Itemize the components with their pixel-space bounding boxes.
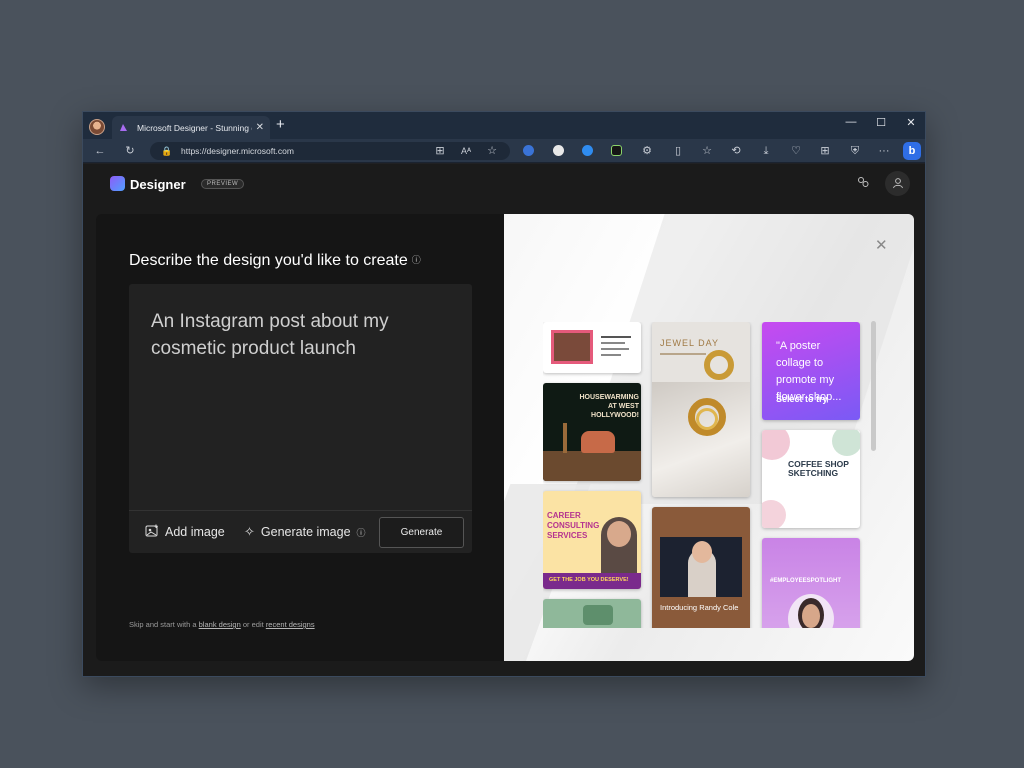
bing-copilot-icon[interactable]: b [903, 142, 921, 160]
more-options-icon[interactable]: ··· [877, 144, 891, 158]
extensions-puzzle-icon[interactable]: ⚙ [640, 144, 654, 158]
select-to-try-label[interactable]: Select to try [776, 394, 828, 404]
prompt-actions: Add image ✧ Generate image ⓘ Generate [129, 510, 472, 553]
tab-strip: Microsoft Designer - Stunning d ✕ + — ☐ … [83, 112, 925, 139]
downloads-icon[interactable]: ⤓ [759, 144, 773, 158]
info-icon[interactable]: ⓘ [412, 253, 421, 266]
blank-design-link[interactable]: blank design [199, 620, 241, 629]
create-design-dialog: Describe the design you'd like to create… [96, 214, 914, 661]
url-text[interactable]: https://designer.microsoft.com [181, 146, 294, 156]
generate-image-info-icon[interactable]: ⓘ [357, 526, 366, 539]
history-icon[interactable]: ⟲ [729, 144, 743, 158]
new-tab-button[interactable]: + [276, 117, 285, 133]
collections-icon[interactable]: ⊞ [818, 144, 832, 158]
browser-window: Microsoft Designer - Stunning d ✕ + — ☐ … [82, 111, 926, 677]
generate-image-label: Generate image [260, 525, 351, 539]
design-card-flower-poster[interactable]: "A poster collage to promote my flower s… [762, 322, 860, 420]
tab-close-icon[interactable]: ✕ [256, 122, 264, 133]
app-header: Designer PREVIEW [83, 164, 925, 204]
design-card[interactable] [543, 599, 641, 628]
app-available-icon[interactable]: ⊞ [433, 144, 447, 158]
design-card-housewarming[interactable]: HOUSEWARMING AT WEST HOLLYWOOD! [543, 383, 641, 481]
designer-logo-icon [110, 176, 125, 191]
designer-favicon-icon [118, 122, 129, 133]
generate-image-button[interactable]: ✧ Generate image ⓘ [244, 524, 366, 540]
coffee-text: COFFEE SHOP SKETCHING [788, 459, 849, 478]
favorite-star-icon[interactable]: ☆ [485, 144, 499, 158]
browser-toolbar: ← ↻ 🔒 https://designer.microsoft.com ⊞ A… [83, 139, 925, 163]
browser-essentials-icon[interactable]: ♡ [789, 144, 803, 158]
prompt-textarea[interactable]: An Instagram post about my cosmetic prod… [129, 284, 472, 553]
skip-middle: or edit [242, 620, 264, 629]
tab-title: Microsoft Designer - Stunning d [137, 122, 252, 133]
recent-designs-link[interactable]: recent designs [266, 620, 315, 629]
address-bar[interactable]: 🔒 https://designer.microsoft.com ⊞ Aᴬ ☆ [150, 142, 510, 160]
extensions-icon[interactable]: ⛨ [848, 144, 862, 158]
design-card-coffee[interactable]: COFFEE SHOP SKETCHING [762, 430, 860, 528]
app-name: Designer [130, 177, 186, 192]
split-screen-icon[interactable]: ▯ [671, 144, 685, 158]
preview-badge: PREVIEW [201, 179, 245, 189]
prompt-text[interactable]: An Instagram post about my cosmetic prod… [151, 308, 441, 362]
add-image-button[interactable]: Add image [145, 524, 225, 540]
prompt-panel: Describe the design you'd like to create… [96, 214, 504, 661]
suggestions-scrollbar[interactable] [871, 321, 876, 451]
designer-page: Designer PREVIEW Describe the design you… [83, 164, 925, 676]
read-aloud-icon[interactable]: Aᴬ [459, 144, 473, 158]
maximize-button[interactable]: ☐ [873, 116, 889, 129]
generate-button[interactable]: Generate [379, 517, 464, 548]
extension-privacy-icon[interactable] [553, 145, 564, 156]
design-suggestions-grid: HOUSEWARMING AT WEST HOLLYWOOD! CAREER C… [543, 322, 863, 628]
extension-password-icon[interactable] [523, 145, 534, 156]
profile-avatar-icon[interactable] [89, 119, 105, 135]
extension-media-icon[interactable] [582, 145, 593, 156]
design-card-career[interactable]: CAREER CONSULTING SERVICES GET THE JOB Y… [543, 491, 641, 589]
close-dialog-button[interactable]: ✕ [875, 236, 888, 254]
spotlight-text: #EMPLOYEESPOTLIGHT [770, 578, 842, 584]
minimize-button[interactable]: — [843, 116, 859, 128]
close-window-button[interactable]: ✕ [903, 116, 919, 129]
refresh-icon[interactable]: ↻ [123, 144, 137, 158]
randy-text: Introducing Randy Cole [660, 603, 739, 612]
skip-prefix: Skip and start with a [129, 620, 197, 629]
favorites-icon[interactable]: ☆ [700, 144, 714, 158]
prompt-heading-text: Describe the design you'd like to create [129, 252, 408, 269]
skip-text: Skip and start with a blank design or ed… [129, 620, 315, 629]
career-cta: GET THE JOB YOU DESERVE! [549, 577, 629, 583]
add-image-label: Add image [165, 525, 225, 539]
extension-shortcut-icon[interactable] [611, 145, 622, 156]
design-card-spotlight[interactable]: #EMPLOYEESPOTLIGHT [762, 538, 860, 628]
sparkle-icon: ✧ [244, 524, 255, 539]
career-text: CAREER CONSULTING SERVICES [547, 511, 600, 540]
add-image-icon [145, 524, 159, 540]
share-icon[interactable] [857, 176, 869, 191]
prompt-heading: Describe the design you'd like to create… [129, 252, 421, 270]
housewarming-text: HOUSEWARMING AT WEST HOLLYWOOD! [579, 394, 640, 419]
design-card-randy[interactable]: Introducing Randy Cole [652, 507, 750, 628]
back-arrow-icon[interactable]: ← [93, 144, 107, 158]
browser-tab-active[interactable]: Microsoft Designer - Stunning d ✕ [112, 116, 270, 139]
design-card-jewel-day[interactable]: JEWEL DAY [652, 322, 750, 497]
design-card[interactable] [543, 322, 641, 373]
lock-icon[interactable]: 🔒 [160, 144, 174, 158]
jewel-title: JEWEL DAY [660, 338, 720, 348]
suggestions-panel: ✕ HOUSEWARMING AT WEST HOLLYWOOD! CAREER… [504, 214, 914, 661]
user-avatar-icon[interactable] [885, 171, 910, 196]
